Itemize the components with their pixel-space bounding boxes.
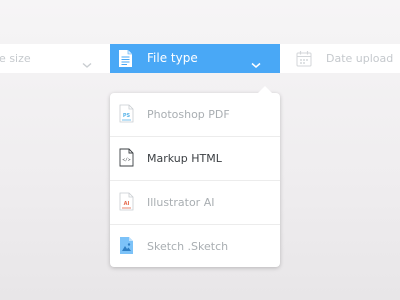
- file-type-label: File type: [147, 51, 198, 65]
- sketch-file-icon: [119, 236, 134, 259]
- file-type-filter[interactable]: File type: [110, 44, 280, 73]
- document-icon: [118, 49, 133, 72]
- date-upload-filter[interactable]: Date upload: [280, 44, 400, 73]
- chevron-down-icon: [251, 54, 261, 73]
- menu-item-label: Photoshop PDF: [147, 108, 230, 121]
- menu-item-photoshop-pdf[interactable]: PS Photoshop PDF: [110, 93, 280, 137]
- chevron-down-icon: [82, 54, 92, 73]
- dropdown-pointer: [258, 86, 272, 93]
- calendar-icon: [296, 50, 312, 71]
- menu-item-badge: AI: [124, 201, 130, 207]
- menu-item-badge: </>: [122, 157, 130, 163]
- html-file-icon: </>: [119, 148, 134, 171]
- menu-item-markup-html[interactable]: </> Markup HTML: [110, 137, 280, 181]
- photoshop-file-icon: PS: [119, 104, 134, 127]
- menu-item-label: Sketch .Sketch: [147, 240, 229, 253]
- menu-item-label: Markup HTML: [147, 152, 222, 165]
- menu-item-badge: PS: [123, 113, 131, 119]
- file-type-dropdown: PS Photoshop PDF </> Markup HTML AI Illu…: [110, 86, 280, 269]
- file-size-filter[interactable]: le size: [0, 44, 110, 73]
- illustrator-file-icon: AI: [119, 192, 134, 215]
- menu-item-illustrator-ai[interactable]: AI Illustrator AI: [110, 181, 280, 225]
- menu-item-label: Illustrator AI: [147, 196, 215, 209]
- menu-item-sketch[interactable]: Sketch .Sketch: [110, 225, 280, 269]
- filter-bar: le size File type: [0, 44, 400, 73]
- file-size-label: le size: [0, 52, 31, 65]
- date-upload-label: Date upload: [326, 52, 394, 65]
